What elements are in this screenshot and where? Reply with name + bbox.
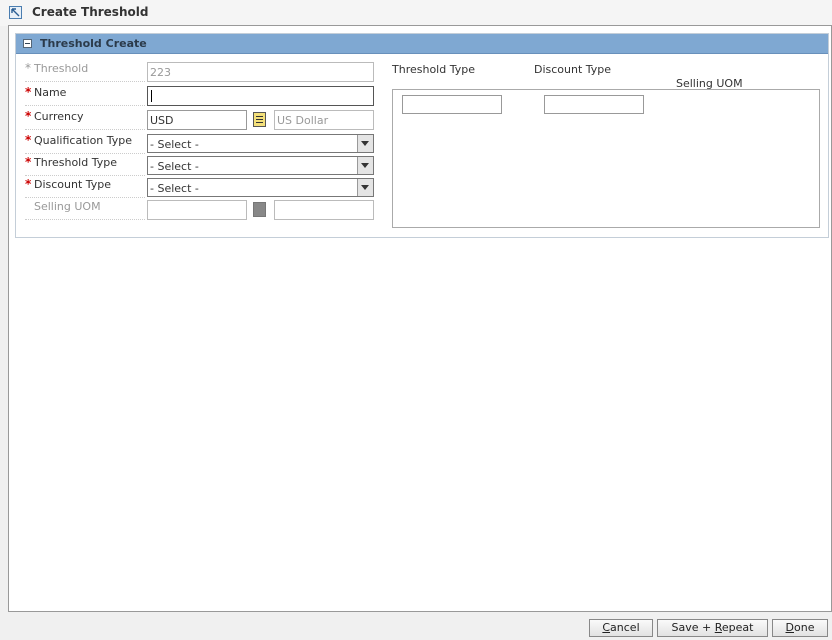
back-arrow-icon[interactable] [9,6,22,19]
chevron-down-icon[interactable] [357,179,373,196]
panel-title: Threshold Create [40,37,147,50]
required-marker: * [25,177,32,191]
selling-uom-lookup-icon [253,202,266,217]
cancel-button[interactable]: Cancel [589,619,653,637]
required-marker: * [25,109,32,123]
save-repeat-button[interactable]: Save + Repeat [657,619,768,637]
required-marker: * [25,61,31,75]
required-marker: * [25,133,32,147]
title-bar: Create Threshold [0,0,832,26]
discount-type-row-label: * Discount Type [25,177,145,198]
collapse-icon[interactable] [23,39,32,48]
text-caret [151,90,152,102]
done-button[interactable]: Done [772,619,828,637]
window-title: Create Threshold [32,5,149,19]
main-content: Threshold Create * Threshold 223 * Name … [8,25,832,612]
threshold-type-label: Threshold Type [34,156,117,169]
qualification-type-row-label: * Qualification Type [25,133,145,154]
threshold-grid [392,89,820,228]
threshold-type-select[interactable]: - Select - [147,156,374,175]
discount-type-select[interactable]: - Select - [147,178,374,197]
threshold-row-label: * Threshold [25,61,145,82]
threshold-field: 223 [147,62,374,82]
selling-uom-description-field [274,200,374,220]
threshold-create-panel: Threshold Create * Threshold 223 * Name … [15,33,829,238]
qualification-type-label: Qualification Type [34,134,133,147]
grid-cell-threshold-type[interactable] [402,95,502,114]
selling-uom-label: Selling UOM [34,200,101,213]
qualification-type-select[interactable]: - Select - [147,134,374,153]
currency-lookup-icon[interactable] [253,112,266,127]
required-marker: * [25,155,32,169]
name-row-label: * Name [25,85,145,106]
discount-type-label: Discount Type [34,178,112,191]
chevron-down-icon[interactable] [357,157,373,174]
column-header-discount-type: Discount Type [534,63,612,76]
currency-code-input[interactable]: USD [147,110,247,130]
name-label: Name [34,86,67,99]
selling-uom-row-label: Selling UOM [25,199,145,220]
chevron-down-icon[interactable] [357,135,373,152]
name-input[interactable] [147,86,374,106]
currency-row-label: * Currency [25,109,145,130]
required-marker: * [25,85,32,99]
grid-cell-discount-type[interactable] [544,95,644,114]
panel-header: Threshold Create [16,34,828,54]
currency-label: Currency [34,110,84,123]
selling-uom-input [147,200,247,220]
column-header-threshold-type: Threshold Type [392,63,475,76]
currency-description-field: US Dollar [274,110,374,130]
threshold-type-row-label: * Threshold Type [25,155,145,176]
threshold-label: Threshold [34,62,89,75]
